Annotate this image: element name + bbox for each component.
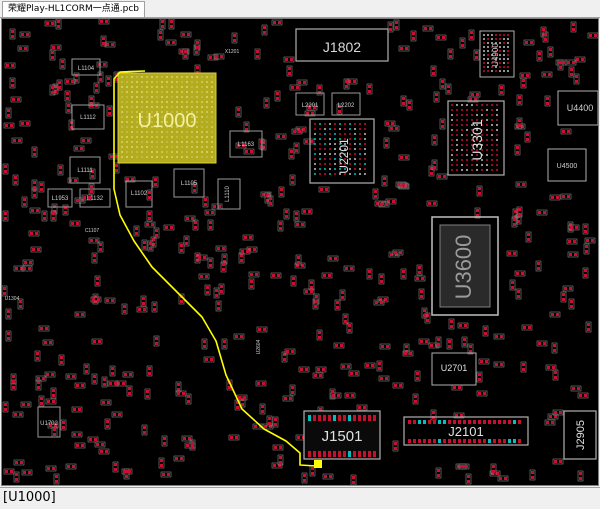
component-u2701[interactable]: U2701 — [431, 352, 477, 386]
l1104-label: L1104 — [78, 66, 95, 72]
u2604-label: U2604 — [256, 339, 262, 354]
l1163-label: L1163 — [238, 142, 255, 148]
l2201-label: L2201 — [302, 103, 319, 109]
u2201-label: U2201 — [337, 138, 351, 174]
u1304-label: U1304 — [5, 296, 20, 302]
c1107-label: C1107 — [85, 228, 100, 234]
u4400-label: U4400 — [567, 103, 594, 113]
component-u4900[interactable]: U4900 — [479, 30, 515, 78]
l2202-label: L2202 — [338, 103, 355, 109]
l1112-label: L1112 — [80, 115, 96, 121]
l1953-label: L1953 — [52, 196, 69, 202]
trace-endpoint-pad — [314, 460, 322, 468]
l1105-label: L1105 — [181, 181, 198, 187]
u4900-label: U4900 — [491, 43, 500, 67]
l1102-label: L1102 — [131, 191, 148, 197]
component-u2201[interactable]: U2201 — [309, 118, 375, 184]
u1000-label: U1000 — [138, 110, 197, 132]
component-u3301[interactable]: U3301 — [447, 100, 505, 176]
component-j2101[interactable]: J2101 — [403, 416, 529, 446]
status-bar: [U1000] — [0, 487, 600, 509]
u1702-label: U1702 — [40, 421, 58, 427]
l1110-label: L1110 — [225, 185, 231, 201]
j1802-label: J1802 — [323, 39, 361, 55]
u4500-label: U4500 — [557, 163, 578, 170]
component-u3600[interactable]: U3600 — [431, 216, 499, 316]
selection-status: [U1000] — [3, 490, 56, 505]
pcb-viewport[interactable]: U1000 J1802 U2201 U3301 U3600 J1501 J210… — [1, 18, 599, 486]
component-u4500[interactable]: U4500 — [547, 148, 587, 182]
component-u4400[interactable]: U4400 — [557, 90, 598, 126]
component-j2905[interactable]: J2905 — [563, 410, 597, 460]
j2101-label: J2101 — [448, 424, 483, 439]
j2905-label: J2905 — [575, 420, 587, 450]
l1132-label: L1132 — [87, 196, 104, 202]
u3600-label: U3600 — [451, 235, 476, 300]
component-j1802[interactable]: J1802 — [295, 28, 389, 62]
u2701-label: U2701 — [441, 363, 468, 373]
tab-pcb-file[interactable]: 荣耀Play-HL1CORM一点通.pcb — [2, 1, 145, 17]
component-j1501[interactable]: J1501 — [303, 410, 381, 460]
tab-bar: 荣耀Play-HL1CORM一点通.pcb — [0, 0, 600, 18]
x1201-label: X1201 — [225, 49, 240, 55]
u3301-label: U3301 — [469, 119, 485, 160]
j1501-label: J1501 — [322, 428, 363, 445]
pad-field — [2, 19, 598, 485]
pcb-board[interactable]: U1000 J1802 U2201 U3301 U3600 J1501 J210… — [2, 19, 598, 485]
component-u1000[interactable]: U1000 — [117, 72, 217, 164]
l1111-label: L1111 — [77, 168, 93, 174]
